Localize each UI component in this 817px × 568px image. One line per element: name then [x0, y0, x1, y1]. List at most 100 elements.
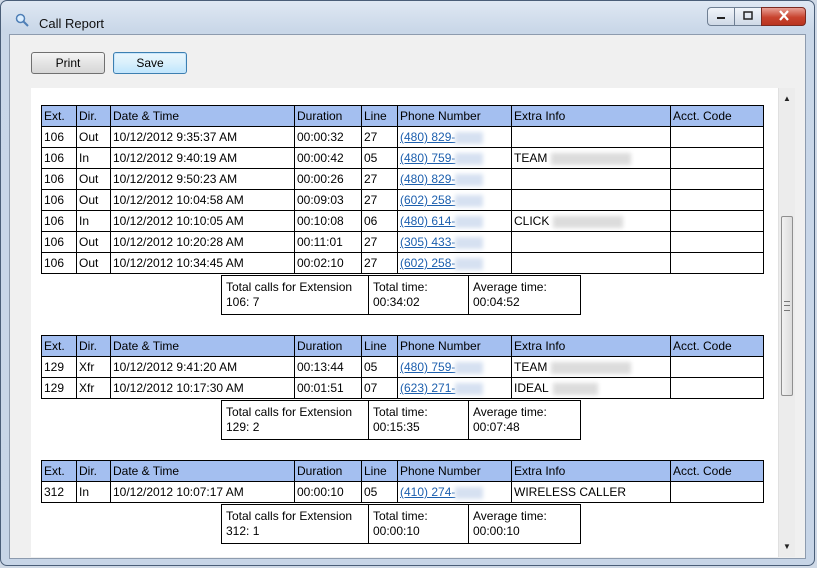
average-time-label: Average time:	[473, 509, 547, 523]
total-time-cell: Total time: 00:15:35	[368, 401, 468, 439]
redacted-digits	[455, 131, 484, 144]
column-header: Duration	[294, 460, 362, 482]
phone-link[interactable]: (305) 433-	[400, 235, 455, 249]
title-bar[interactable]: Call Report	[1, 1, 814, 33]
column-header: Ext.	[41, 335, 77, 357]
acct-code-cell	[670, 126, 764, 148]
total-calls-value: 312: 1	[226, 524, 260, 538]
phone-link[interactable]: (602) 258-	[400, 193, 455, 207]
datetime-cell: 10/12/2012 10:20:28 AM	[110, 231, 295, 253]
phone-link[interactable]: (480) 759-	[400, 360, 455, 374]
phone-cell: (602) 258-	[397, 252, 512, 274]
table-row: 106 Out 10/12/2012 9:35:37 AM 00:00:32 2…	[41, 126, 764, 148]
search-icon	[15, 13, 29, 27]
dir-cell: Out	[76, 231, 111, 253]
datetime-cell: 10/12/2012 10:10:05 AM	[110, 210, 295, 232]
ext-cell: 106	[41, 210, 77, 232]
redacted-digits	[455, 486, 484, 499]
maximize-icon	[743, 8, 753, 26]
redacted-text	[553, 215, 624, 228]
scroll-down-arrow-icon[interactable]: ▼	[783, 542, 791, 551]
extra-info-cell	[511, 252, 671, 274]
table-row: 106 In 10/12/2012 10:10:05 AM 00:10:08 0…	[41, 210, 764, 232]
call-table-ext-312: Ext. Dir. Date & Time Duration Line Phon…	[41, 460, 764, 503]
line-cell: 27	[361, 252, 398, 274]
dir-cell: Xfr	[76, 356, 111, 378]
column-header: Dir.	[76, 105, 111, 127]
phone-cell: (480) 829-	[397, 126, 512, 148]
window-title: Call Report	[39, 16, 105, 31]
line-cell: 27	[361, 168, 398, 190]
phone-link[interactable]: (480) 759-	[400, 151, 455, 165]
extra-info-cell	[511, 168, 671, 190]
phone-link[interactable]: (480) 829-	[400, 130, 455, 144]
phone-cell: (480) 614-	[397, 210, 512, 232]
print-button[interactable]: Print	[31, 52, 105, 74]
dir-cell: Xfr	[76, 377, 111, 399]
total-calls-label: Total calls for Extension	[226, 405, 353, 419]
duration-cell: 00:00:26	[294, 168, 362, 190]
scrollbar-thumb[interactable]	[781, 216, 793, 396]
phone-link[interactable]: (410) 274-	[400, 485, 455, 499]
dir-cell: In	[76, 210, 111, 232]
duration-cell: 00:00:10	[294, 481, 362, 503]
ext-cell: 312	[41, 481, 77, 503]
acct-code-cell	[670, 147, 764, 169]
duration-cell: 00:01:51	[294, 377, 362, 399]
table-row: 106 Out 10/12/2012 10:34:45 AM 00:02:10 …	[41, 252, 764, 274]
dir-cell: Out	[76, 126, 111, 148]
average-time-cell: Average time: 00:00:10	[468, 505, 580, 543]
total-calls-cell: Total calls for Extension 312: 1	[222, 505, 368, 543]
duration-cell: 00:02:10	[294, 252, 362, 274]
duration-cell: 00:11:01	[294, 231, 362, 253]
average-time-label: Average time:	[473, 280, 547, 294]
acct-code-cell	[670, 377, 764, 399]
total-time-cell: Total time: 00:00:10	[368, 505, 468, 543]
table-row: 312 In 10/12/2012 10:07:17 AM 00:00:10 0…	[41, 481, 764, 503]
line-cell: 27	[361, 189, 398, 211]
column-header: Phone Number	[397, 460, 512, 482]
maximize-button[interactable]	[734, 7, 761, 26]
grip-icon	[784, 301, 790, 311]
phone-link[interactable]: (602) 258-	[400, 256, 455, 270]
extra-info-cell: TEAM	[511, 356, 671, 378]
close-icon	[778, 8, 790, 26]
phone-link[interactable]: (480) 829-	[400, 172, 455, 186]
ext-cell: 106	[41, 126, 77, 148]
datetime-cell: 10/12/2012 9:35:37 AM	[110, 126, 295, 148]
dir-cell: In	[76, 147, 111, 169]
ext-cell: 129	[41, 377, 77, 399]
extension-summary-106: Total calls for Extension 106: 7 Total t…	[221, 275, 581, 315]
redacted-text	[551, 152, 632, 165]
total-time-value: 00:34:02	[373, 295, 420, 309]
minimize-button[interactable]	[707, 7, 734, 26]
column-header: Acct. Code	[670, 460, 764, 482]
ext-cell: 106	[41, 147, 77, 169]
dir-cell: Out	[76, 252, 111, 274]
line-cell: 05	[361, 147, 398, 169]
total-calls-label: Total calls for Extension	[226, 280, 353, 294]
redacted-digits	[455, 257, 484, 270]
total-time-cell: Total time: 00:34:02	[368, 276, 468, 314]
datetime-cell: 10/12/2012 10:17:30 AM	[110, 377, 295, 399]
minimize-icon	[716, 8, 726, 26]
total-calls-value: 129: 2	[226, 420, 260, 434]
save-button[interactable]: Save	[113, 52, 187, 74]
caption-buttons	[707, 7, 806, 27]
phone-link[interactable]: (623) 271-	[400, 381, 455, 395]
phone-cell: (480) 829-	[397, 168, 512, 190]
close-button[interactable]	[761, 7, 806, 26]
column-header: Phone Number	[397, 335, 512, 357]
column-header: Date & Time	[110, 460, 295, 482]
scroll-up-arrow-icon[interactable]: ▲	[783, 94, 791, 103]
column-header: Phone Number	[397, 105, 512, 127]
vertical-scrollbar[interactable]: ▲ ▼	[778, 88, 795, 557]
datetime-cell: 10/12/2012 9:41:20 AM	[110, 356, 295, 378]
ext-cell: 129	[41, 356, 77, 378]
table-row: 106 In 10/12/2012 9:40:19 AM 00:00:42 05…	[41, 147, 764, 169]
column-header: Duration	[294, 105, 362, 127]
extra-info-text: CLICK	[514, 214, 550, 228]
line-cell: 05	[361, 481, 398, 503]
report-view[interactable]: Ext. Dir. Date & Time Duration Line Phon…	[31, 88, 778, 557]
phone-link[interactable]: (480) 614-	[400, 214, 455, 228]
